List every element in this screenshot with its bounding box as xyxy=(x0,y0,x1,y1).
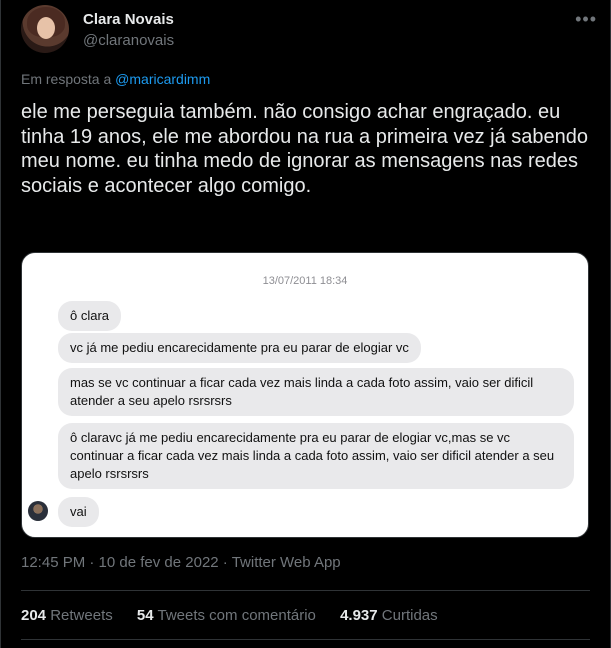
replying-mention-link[interactable]: @maricardimm xyxy=(115,71,210,87)
tweet-media-image[interactable]: 13/07/2011 18:34 ô clara vc já me pediu … xyxy=(21,252,589,538)
chat-bubble: ô clara xyxy=(58,301,122,331)
quotes-count: 54 xyxy=(136,607,154,624)
chat-date: 13/07/2011 18:34 xyxy=(262,275,348,287)
avatar-face xyxy=(37,17,55,39)
chat-bubble: vai xyxy=(58,497,99,527)
chat-bubble: ô claravc já me pediu encarecidamente pr… xyxy=(58,423,574,489)
retweets-stat[interactable]: 204 Retweets xyxy=(21,607,113,624)
author-avatar[interactable] xyxy=(21,5,69,53)
tweet-timestamp[interactable]: 12:45 PM · 10 de fev de 2022 · Twitter W… xyxy=(21,554,341,571)
retweets-count: 204 xyxy=(21,607,47,624)
tweet-text: ele me perseguia também. não consigo ach… xyxy=(21,101,589,197)
chat-bubble: vc já me pediu encarecidamente pra eu pa… xyxy=(58,333,421,363)
tweet-header: Clara Novais @claranovais ••• xyxy=(21,5,601,65)
chat-bubble: mas se vc continuar a ficar cada vez mai… xyxy=(58,368,574,416)
likes-count: 4.937 xyxy=(340,607,378,624)
retweets-label: Retweets xyxy=(50,607,113,624)
divider xyxy=(21,639,590,640)
replying-prefix: Em resposta a xyxy=(21,71,112,87)
chat-sender-avatar xyxy=(28,501,48,521)
author-display-name[interactable]: Clara Novais xyxy=(83,11,174,28)
replying-to: Em resposta a @maricardimm xyxy=(21,71,210,87)
tweet-stats: 204 Retweets 54 Tweets com comentário 4.… xyxy=(21,607,458,624)
quotes-stat[interactable]: 54 Tweets com comentário xyxy=(137,607,316,624)
divider xyxy=(21,590,590,591)
quotes-label: Tweets com comentário xyxy=(157,607,316,624)
likes-stat[interactable]: 4.937 Curtidas xyxy=(340,607,438,624)
likes-label: Curtidas xyxy=(381,607,438,624)
more-icon[interactable]: ••• xyxy=(575,9,597,30)
author-handle[interactable]: @claranovais xyxy=(83,32,174,49)
tweet-container: Clara Novais @claranovais ••• Em respost… xyxy=(0,0,611,648)
